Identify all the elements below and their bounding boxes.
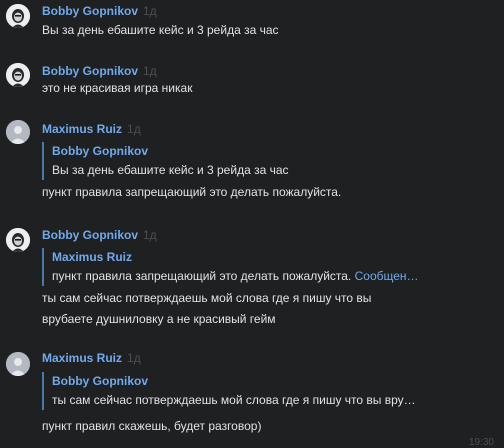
avatar[interactable] [6, 120, 30, 144]
quote-author: Maximus Ruiz [52, 250, 133, 264]
quote-text: пункт правила запрещающий это делать пож… [52, 269, 419, 283]
avatar[interactable] [6, 4, 30, 28]
message-3: Maximus Ruiz 1д Bobby Gopnikov Вы за день… [0, 116, 504, 220]
author-name[interactable]: Bobby Gopnikov 1д [42, 228, 157, 242]
timestamp[interactable]: 1д [143, 228, 157, 242]
message-4: Bobby Gopnikov 1д Maximus Ruiz пункт прав… [0, 220, 504, 348]
avatar[interactable] [6, 63, 30, 87]
message-text-line-1: ты сам сейчас потверждаешь мой слова где… [42, 291, 372, 305]
author-name[interactable]: Maximus Ruiz 1д [42, 351, 141, 365]
message-text: это не красивая игра никак [42, 81, 193, 95]
message-text: Вы за день ебашите кейс и 3 рейда за час [42, 23, 279, 37]
quote-author: Bobby Gopnikov [52, 144, 148, 158]
timestamp[interactable]: 1д [127, 351, 141, 365]
reply-quote[interactable]: Maximus Ruiz пункт правила запрещающий э… [42, 248, 496, 286]
avatar[interactable] [6, 228, 30, 252]
timestamp[interactable]: 1д [127, 122, 141, 136]
reply-quote[interactable]: Bobby Gopnikov Вы за день ебашите кейс и… [42, 142, 496, 180]
message-text: пункт правил скажешь, будет разговор) [42, 419, 262, 433]
timestamp[interactable]: 1д [143, 4, 157, 18]
quote-author: Bobby Gopnikov [52, 374, 148, 388]
quote-text: ты сам сейчас потверждаешь мой слова где… [52, 393, 416, 407]
author-name[interactable]: Maximus Ruiz 1д [42, 122, 141, 136]
author-name[interactable]: Bobby Gopnikov 1д [42, 4, 157, 18]
message-5: Maximus Ruiz 1д Bobby Gopnikov ты сам сей… [0, 348, 504, 448]
message-2: Bobby Gopnikov 1д это не красивая игра ни… [0, 58, 504, 116]
message-text-line-2: врубаете душниловку а не красивый гейм [42, 312, 276, 326]
avatar[interactable] [6, 352, 30, 376]
message-text: пункт правила запрещающий это делать пож… [42, 185, 342, 199]
quote-attachment-link[interactable]: Сообщен… [355, 269, 419, 283]
message-time: 19:30 [468, 437, 494, 448]
message-1: Bobby Gopnikov 1д Вы за день ебашите кейс… [0, 0, 504, 58]
quote-text: Вы за день ебашите кейс и 3 рейда за час [52, 163, 289, 177]
reply-quote[interactable]: Bobby Gopnikov ты сам сейчас потверждаеш… [42, 372, 496, 410]
author-name[interactable]: Bobby Gopnikov 1д [42, 64, 157, 78]
timestamp[interactable]: 1д [143, 64, 157, 78]
